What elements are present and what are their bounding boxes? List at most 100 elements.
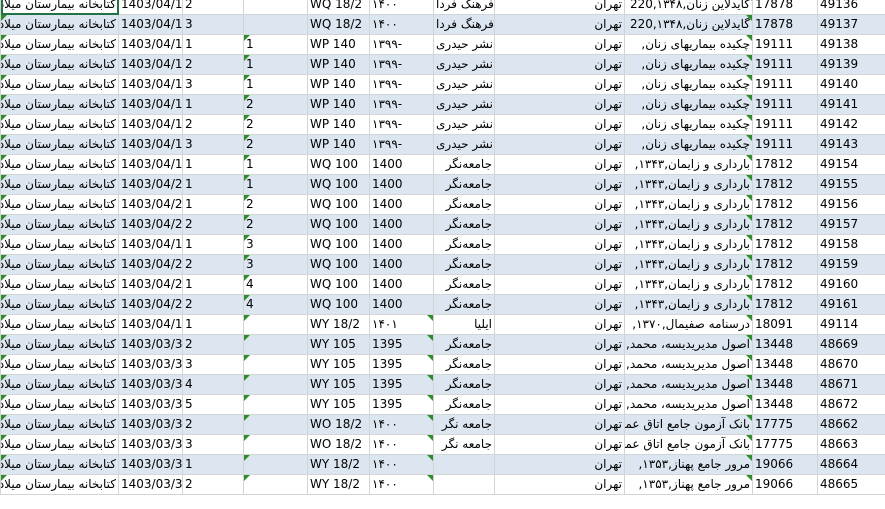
cell-code[interactable]: 19066 bbox=[752, 474, 818, 495]
cell-call-number[interactable]: WP 140 bbox=[307, 34, 370, 55]
cell-call-number[interactable]: WP 140 bbox=[307, 134, 370, 155]
cell-publisher[interactable]: نشر حیدری bbox=[433, 54, 495, 75]
cell-year[interactable]: 1400 bbox=[369, 214, 434, 235]
cell-copy[interactable]: 2 bbox=[182, 414, 244, 435]
cell-call-number[interactable]: WQ 100 bbox=[307, 154, 370, 175]
cell-date[interactable]: 1403/03/3 bbox=[118, 434, 183, 455]
cell-copy[interactable]: 2 bbox=[182, 254, 244, 275]
cell-volume[interactable] bbox=[243, 0, 308, 15]
cell-year[interactable]: ۱۴۰۰ bbox=[369, 434, 434, 455]
cell-title[interactable]: چکیده بیماریهای زنان, bbox=[624, 34, 753, 55]
cell-publisher[interactable]: فرهنگ فردا bbox=[433, 0, 495, 15]
cell-date[interactable]: 1403/04/2 bbox=[118, 174, 183, 195]
cell-year[interactable]: 1395 bbox=[369, 374, 434, 395]
cell-library[interactable]: کتابخانه بیمارستان میلاد bbox=[0, 74, 119, 95]
cell-code[interactable]: 19111 bbox=[752, 134, 818, 155]
cell-publisher[interactable]: جامعه‌نگر bbox=[433, 354, 495, 375]
cell-publisher[interactable]: جامعه نگر bbox=[433, 414, 495, 435]
cell-date[interactable]: 1403/04/2 bbox=[118, 254, 183, 275]
cell-copy[interactable]: 1 bbox=[182, 154, 244, 175]
cell-record-id[interactable]: 48670 bbox=[817, 354, 885, 375]
cell-code[interactable]: 17812 bbox=[752, 234, 818, 255]
cell-code[interactable]: 13448 bbox=[752, 354, 818, 375]
cell-record-id[interactable]: 49138 bbox=[817, 34, 885, 55]
cell-record-id[interactable]: 49114 bbox=[817, 314, 885, 335]
cell-library[interactable]: کتابخانه بیمارستان میلاد bbox=[0, 234, 119, 255]
cell-record-id[interactable]: 48663 bbox=[817, 434, 885, 455]
cell-code[interactable]: 19111 bbox=[752, 74, 818, 95]
cell-record-id[interactable]: 49136 bbox=[817, 0, 885, 15]
cell-city[interactable]: تهران bbox=[494, 274, 625, 295]
cell-year[interactable]: 1400 bbox=[369, 194, 434, 215]
cell-city[interactable]: تهران bbox=[494, 474, 625, 495]
cell-library[interactable]: کتابخانه بیمارستان میلاد bbox=[0, 54, 119, 75]
cell-volume[interactable]: 2 bbox=[243, 214, 308, 235]
cell-call-number[interactable]: WP 140 bbox=[307, 94, 370, 115]
cell-title[interactable]: مرور جامع پهناز,۱۳۵۳, bbox=[624, 474, 753, 495]
cell-volume[interactable] bbox=[243, 314, 308, 335]
cell-record-id[interactable]: 49142 bbox=[817, 114, 885, 135]
cell-city[interactable]: تهران bbox=[494, 174, 625, 195]
cell-code[interactable]: 17812 bbox=[752, 194, 818, 215]
cell-call-number[interactable]: WY 18/2 bbox=[307, 454, 370, 475]
cell-library[interactable]: کتابخانه بیمارستان میلاد bbox=[0, 314, 119, 335]
cell-title[interactable]: چکیده بیماریهای زنان, bbox=[624, 74, 753, 95]
cell-library[interactable]: کتابخانه بیمارستان میلاد bbox=[0, 454, 119, 475]
cell-title[interactable]: چکیده بیماریهای زنان, bbox=[624, 94, 753, 115]
cell-year[interactable]: ۱۳۹۹- bbox=[369, 54, 434, 75]
cell-code[interactable]: 17775 bbox=[752, 414, 818, 435]
cell-call-number[interactable]: WQ 100 bbox=[307, 294, 370, 315]
cell-copy[interactable]: 3 bbox=[182, 14, 244, 35]
cell-city[interactable]: تهران bbox=[494, 0, 625, 15]
cell-copy[interactable]: 1 bbox=[182, 314, 244, 335]
cell-copy[interactable]: 1 bbox=[182, 194, 244, 215]
cell-date[interactable]: 1403/04/1 bbox=[118, 314, 183, 335]
cell-year[interactable]: ۱۳۹۹- bbox=[369, 74, 434, 95]
cell-record-id[interactable]: 49137 bbox=[817, 14, 885, 35]
cell-record-id[interactable]: 49157 bbox=[817, 214, 885, 235]
cell-year[interactable]: 1400 bbox=[369, 174, 434, 195]
cell-code[interactable]: 19066 bbox=[752, 454, 818, 475]
cell-city[interactable]: تهران bbox=[494, 14, 625, 35]
cell-call-number[interactable]: WQ 100 bbox=[307, 254, 370, 275]
cell-title[interactable]: بارداری و زایمان,۱۳۴۳, bbox=[624, 254, 753, 275]
cell-call-number[interactable]: WQ 18/2 bbox=[307, 0, 370, 15]
cell-record-id[interactable]: 48662 bbox=[817, 414, 885, 435]
cell-city[interactable]: تهران bbox=[494, 354, 625, 375]
cell-date[interactable]: 1403/04/1 bbox=[118, 94, 183, 115]
cell-volume[interactable] bbox=[243, 14, 308, 35]
cell-year[interactable]: ۱۳۹۹- bbox=[369, 114, 434, 135]
cell-copy[interactable]: 1 bbox=[182, 454, 244, 475]
cell-publisher[interactable]: نشر حیدری bbox=[433, 114, 495, 135]
cell-date[interactable]: 1403/04/1 bbox=[118, 234, 183, 255]
cell-year[interactable]: ۱۴۰۰ bbox=[369, 474, 434, 495]
cell-library[interactable]: کتابخانه بیمارستان میلاد bbox=[0, 354, 119, 375]
cell-publisher[interactable]: جامعه‌نگر bbox=[433, 154, 495, 175]
cell-date[interactable]: 1403/04/1 bbox=[118, 14, 183, 35]
cell-volume[interactable]: 3 bbox=[243, 254, 308, 275]
cell-call-number[interactable]: WY 105 bbox=[307, 334, 370, 355]
cell-code[interactable]: 17812 bbox=[752, 274, 818, 295]
cell-publisher[interactable] bbox=[433, 474, 495, 495]
cell-library[interactable]: کتابخانه بیمارستان میلاد bbox=[0, 34, 119, 55]
cell-library[interactable]: کتابخانه بیمارستان میلاد bbox=[0, 474, 119, 495]
cell-date[interactable]: 1403/03/3 bbox=[118, 394, 183, 415]
cell-library[interactable]: کتابخانه بیمارستان میلاد bbox=[0, 274, 119, 295]
cell-code[interactable]: 13448 bbox=[752, 334, 818, 355]
cell-city[interactable]: تهران bbox=[494, 334, 625, 355]
cell-year[interactable]: ۱۳۹۹- bbox=[369, 134, 434, 155]
cell-record-id[interactable]: 49159 bbox=[817, 254, 885, 275]
cell-year[interactable]: ۱۳۹۹- bbox=[369, 34, 434, 55]
cell-city[interactable]: تهران bbox=[494, 254, 625, 275]
cell-library[interactable]: کتابخانه بیمارستان میلاد bbox=[0, 154, 119, 175]
cell-city[interactable]: تهران bbox=[494, 414, 625, 435]
cell-record-id[interactable]: 49156 bbox=[817, 194, 885, 215]
cell-code[interactable]: 13448 bbox=[752, 394, 818, 415]
cell-year[interactable]: 1395 bbox=[369, 334, 434, 355]
cell-date[interactable]: 1403/04/2 bbox=[118, 274, 183, 295]
cell-volume[interactable]: 2 bbox=[243, 114, 308, 135]
cell-library[interactable]: کتابخانه بیمارستان میلاد bbox=[0, 214, 119, 235]
cell-record-id[interactable]: 49139 bbox=[817, 54, 885, 75]
cell-date[interactable]: 1403/04/1 bbox=[118, 154, 183, 175]
cell-title[interactable]: بارداری و زایمان,۱۳۴۳, bbox=[624, 274, 753, 295]
